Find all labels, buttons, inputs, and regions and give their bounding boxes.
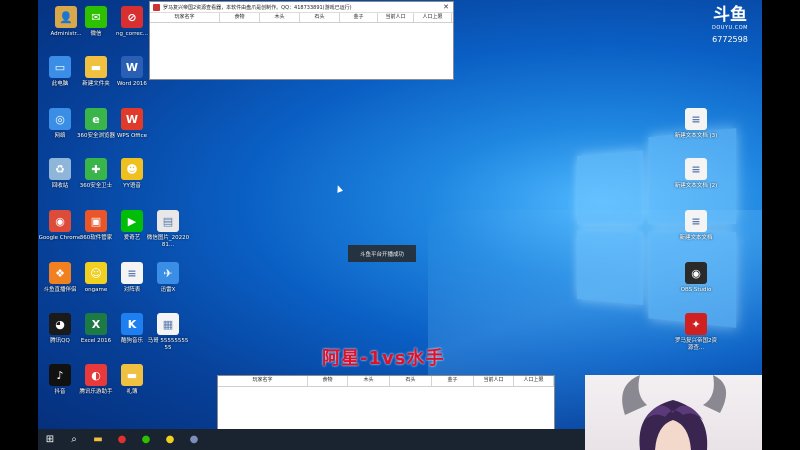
desktop-icon[interactable]: ▬ 礼簿 [110, 364, 154, 412]
column-header[interactable]: 当前人口 [378, 13, 414, 22]
right-letterbox [762, 0, 800, 450]
recycle-bin-icon: ♻ [49, 158, 71, 180]
douyin-icon: ♪ [49, 364, 71, 386]
column-header[interactable]: 人口上限 [514, 376, 554, 386]
desktop-icon[interactable]: ⊘ ng_correc... [110, 6, 154, 54]
browser-360-icon: e [85, 108, 107, 130]
word-icon: W [121, 56, 143, 78]
wps-icon: W [121, 108, 143, 130]
resource-viewer-window[interactable]: 罗马复兴帝国2资源查看器，本软件由盘爪是创制作。QQ：418733891(游戏已… [149, 1, 454, 80]
desktop-icon-label: OBS Studio [680, 287, 712, 293]
desktop-icon-label: 罗马复兴帝国2资源查... [675, 338, 717, 351]
desktop-icon[interactable]: W WPS Office [110, 108, 154, 156]
resource-viewer-titlebar[interactable]: 罗马复兴帝国2资源查看器，本软件由盘爪是创制作。QQ：418733891(游戏已… [150, 2, 453, 13]
column-header[interactable]: 食物 [220, 13, 260, 22]
network-icon: ◎ [49, 108, 71, 130]
gift-book-icon: ▬ [121, 364, 143, 386]
desktop-icon-label: 马哥 5555555555 [147, 338, 189, 351]
column-header[interactable]: 食物 [308, 376, 348, 386]
douyu-domain: DOUYU.COM [712, 25, 748, 31]
text-file-icon: ≡ [121, 262, 143, 284]
spreadsheet-file-icon: ▦ [157, 313, 179, 335]
chrome-icon: ◉ [49, 210, 71, 232]
windows-start-icon[interactable]: ⊞ [38, 429, 62, 450]
computer-icon: ▭ [49, 56, 71, 78]
room-id: 6772598 [712, 35, 748, 44]
column-header[interactable]: 木头 [260, 13, 300, 22]
anime-avatar-icon [622, 375, 727, 450]
douyu-logo: 斗鱼 [713, 5, 747, 25]
desktop-icon-label: 新建文本文档 [679, 235, 713, 241]
excel-icon: X [85, 313, 107, 335]
desktop-icon[interactable]: ≡ 新建文本文档 (2) [674, 158, 718, 206]
desktop-icon-label: 礼簿 [126, 389, 138, 395]
text-file-icon: ≡ [685, 108, 707, 130]
left-letterbox [0, 0, 38, 450]
desktop-icon[interactable]: W Word 2016 [110, 56, 154, 104]
desktop-icon-label: ng_correc... [115, 31, 149, 37]
qq-icon: ◕ [49, 313, 71, 335]
column-header[interactable]: 当前人口 [474, 376, 514, 386]
column-header[interactable]: 人口上限 [414, 13, 452, 22]
desktop-icon-label: WPS Office [116, 133, 148, 139]
kugou-icon: K [121, 313, 143, 335]
desktop-icon-label: 迅雷X [160, 287, 176, 293]
image-file-icon: ▤ [157, 210, 179, 232]
wechat-icon[interactable]: ● [134, 429, 158, 450]
xunlei-icon: ✈ [157, 262, 179, 284]
app-icon [153, 3, 160, 11]
douyu-watermark: 斗鱼 DOUYU.COM 6772598 [706, 5, 754, 45]
desktop-icon-label: Word 2016 [117, 81, 147, 87]
close-icon[interactable]: ✕ [439, 3, 453, 11]
column-header[interactable]: 石头 [300, 13, 340, 22]
yy-icon: ☻ [121, 158, 143, 180]
desktop-icon[interactable]: ◉ OBS Studio [674, 262, 718, 310]
column-header[interactable]: 金子 [432, 376, 474, 386]
app-red-icon[interactable]: ● [110, 429, 134, 450]
text-file-icon: ≡ [685, 158, 707, 180]
ongame-icon: ☺ [85, 262, 107, 284]
resource-table-header: 玩家名字 食物 木头 石头 金子 当前人口 人口上限 [150, 13, 453, 23]
column-header[interactable]: 金子 [340, 13, 378, 22]
desktop-icon-label: YY语音 [123, 183, 141, 189]
match-overlay-text: 阿星-1vs水手 [322, 348, 445, 369]
ongame-icon[interactable]: ● [158, 429, 182, 450]
search-icon[interactable]: ⌕ [62, 429, 86, 450]
resource-table-header: 玩家名字 食物 木头 石头 金子 当前人口 人口上限 [218, 376, 554, 387]
desktop-icon[interactable]: ≡ 新建文本文档 [674, 210, 718, 258]
column-header[interactable]: 石头 [390, 376, 432, 386]
security-360-icon: ✚ [85, 158, 107, 180]
desktop-icon[interactable]: ≡ 新建文本文档 (3) [674, 108, 718, 156]
text-file-icon: ≡ [685, 210, 707, 232]
desktop-icon-label: 新建文本文档 (3) [674, 133, 718, 139]
desktop-icon[interactable]: ✈ 迅雷X [146, 262, 190, 310]
iqiyi-icon: ▶ [121, 210, 143, 232]
stream-started-toast: 斗鱼平台开播成功 [348, 245, 416, 262]
game-icon[interactable]: ● [182, 429, 206, 450]
app-icon: ⊘ [121, 6, 143, 28]
software-360-icon: ▣ [85, 210, 107, 232]
desktop-icon[interactable]: ☻ YY语音 [110, 158, 154, 206]
desktop-icon[interactable]: ▤ 微信图片_2022081... [146, 210, 190, 258]
desktop-icon-label: 新建文本文档 (2) [674, 183, 718, 189]
game-helper-icon: ◐ [85, 364, 107, 386]
column-header[interactable]: 木头 [348, 376, 390, 386]
column-header[interactable]: 玩家名字 [150, 13, 220, 22]
file-explorer-icon[interactable]: ▬ [86, 429, 110, 450]
douyu-companion-icon: ❖ [49, 262, 71, 284]
desktop-icon[interactable]: ▦ 马哥 5555555555 [146, 313, 190, 361]
desktop-icon[interactable]: ✦ 罗马复兴帝国2资源查... [674, 313, 718, 361]
webcam-avatar [585, 375, 762, 450]
window-title: 罗马复兴帝国2资源查看器，本软件由盘爪是创制作。QQ：418733891(游戏已… [163, 4, 352, 11]
wechat-icon: ✉ [85, 6, 107, 28]
obs-icon: ◉ [685, 262, 707, 284]
column-header[interactable]: 玩家名字 [218, 376, 308, 386]
desktop-icon-label: 微信图片_2022081... [146, 235, 190, 248]
rome-app-icon: ✦ [685, 313, 707, 335]
folder-icon: ▬ [85, 56, 107, 78]
